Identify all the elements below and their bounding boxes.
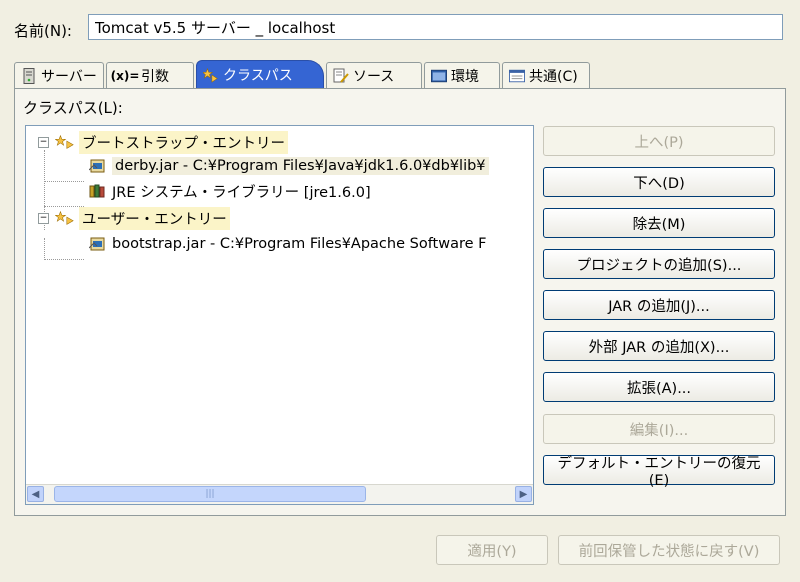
tab-server-label: サーバー	[41, 68, 97, 85]
source-icon	[333, 68, 349, 84]
tab-source[interactable]: ソース	[326, 62, 422, 88]
jar-icon	[88, 157, 108, 175]
tab-arguments[interactable]: (x)= 引数	[106, 62, 194, 88]
add-jar-button[interactable]: JAR の追加(J)...	[543, 290, 775, 320]
tree-node-label: JRE システム・ライブラリー [jre1.6.0]	[112, 184, 371, 201]
name-input[interactable]	[88, 14, 783, 40]
common-icon	[509, 68, 525, 84]
classpath-entry-icon	[55, 133, 75, 151]
collapse-icon[interactable]: −	[38, 136, 49, 148]
revert-button[interactable]: 前回保管した状態に戻す(V)	[558, 535, 780, 565]
arguments-icon: (x)=	[110, 68, 140, 83]
tab-arguments-label: 引数	[141, 68, 169, 85]
classpath-icon	[203, 67, 219, 83]
tree-node-user[interactable]: − ユーザー・エントリー	[38, 206, 230, 230]
up-button[interactable]: 上へ(P)	[543, 126, 775, 156]
add-project-button[interactable]: プロジェクトの追加(S)...	[543, 249, 775, 279]
tree-node-label: ユーザー・エントリー	[79, 206, 230, 230]
classpath-tree[interactable]: − ブートストラップ・エントリー derby.jar - C:¥Program …	[25, 125, 534, 505]
tree-connector	[44, 238, 45, 260]
library-icon	[88, 182, 108, 200]
tab-classpath[interactable]: クラスパス	[196, 60, 324, 89]
classpath-label: クラスパス(L):	[23, 99, 123, 117]
classpath-panel: クラスパス(L): − ブートストラップ・エントリー derby.jar - C…	[14, 88, 786, 516]
edit-button[interactable]: 編集(I)...	[543, 414, 775, 444]
tree-connector	[44, 181, 84, 182]
tree-node-label: ブートストラップ・エントリー	[79, 130, 288, 154]
collapse-icon[interactable]: −	[38, 212, 49, 224]
tab-common[interactable]: 共通(C)	[502, 62, 590, 88]
horizontal-scrollbar[interactable]: ◀ ||| ▶	[26, 484, 533, 504]
advanced-button[interactable]: 拡張(A)...	[543, 372, 775, 402]
tab-environment-label: 環境	[451, 68, 479, 85]
name-label: 名前(N):	[14, 22, 72, 40]
restore-default-button[interactable]: デフォルト・エントリーの復元(E)	[543, 455, 775, 489]
tab-common-label: 共通(C)	[529, 68, 578, 85]
tab-classpath-label: クラスパス	[223, 68, 293, 84]
tree-node-bootstrap[interactable]: − ブートストラップ・エントリー	[38, 130, 288, 154]
tree-node-label: derby.jar - C:¥Program Files¥Java¥jdk1.6…	[112, 157, 489, 175]
name-row: 名前(N):	[10, 14, 786, 42]
down-button[interactable]: 下へ(D)	[543, 167, 775, 197]
environment-icon	[431, 68, 447, 84]
classpath-entry-icon	[55, 209, 75, 227]
scroll-thumb[interactable]: |||	[54, 486, 366, 502]
tree-node-label: bootstrap.jar - C:¥Program Files¥Apache …	[112, 236, 487, 252]
tab-bar: サーバー (x)= 引数 クラスパス ソース 環境 共通(C)	[14, 60, 786, 89]
tab-server[interactable]: サーバー	[14, 62, 104, 88]
add-external-jar-button[interactable]: 外部 JAR の追加(X)...	[543, 331, 775, 361]
tree-node-bootstrap-jar[interactable]: bootstrap.jar - C:¥Program Files¥Apache …	[88, 233, 487, 255]
server-icon	[21, 67, 37, 84]
jar-icon	[88, 235, 108, 253]
apply-button[interactable]: 適用(Y)	[436, 535, 548, 565]
tree-connector	[44, 259, 84, 260]
remove-button[interactable]: 除去(M)	[543, 208, 775, 238]
tree-node-jre-library[interactable]: JRE システム・ライブラリー [jre1.6.0]	[88, 180, 371, 202]
tab-environment[interactable]: 環境	[424, 62, 500, 88]
tree-node-derby-jar[interactable]: derby.jar - C:¥Program Files¥Java¥jdk1.6…	[88, 155, 489, 177]
tab-source-label: ソース	[353, 68, 395, 85]
scroll-left-icon[interactable]: ◀	[27, 486, 44, 502]
scroll-right-icon[interactable]: ▶	[515, 486, 532, 502]
